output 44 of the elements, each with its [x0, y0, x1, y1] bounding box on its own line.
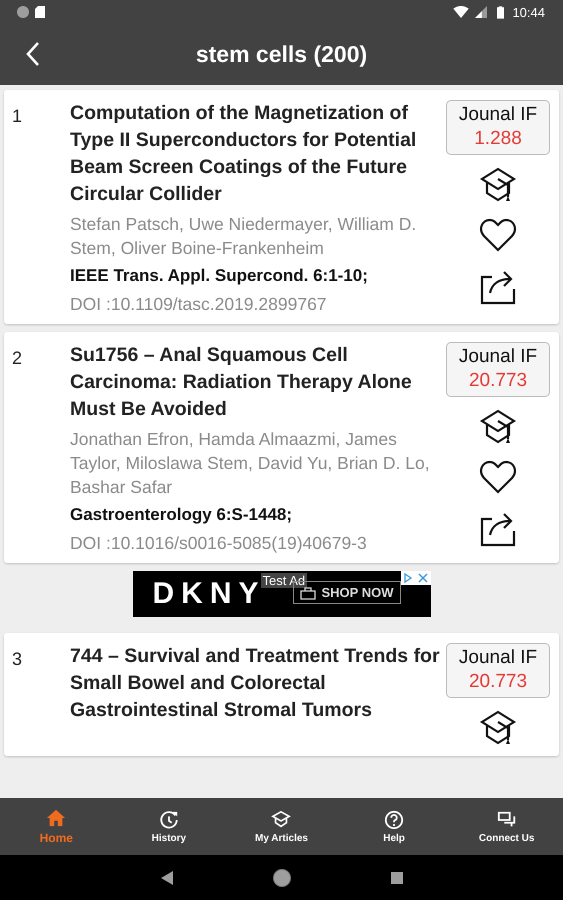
- article-title: Computation of the Magnetization of Type II Superconductors for Potential Beam Screen Coatings of the Future Circular Collider: [70, 101, 418, 207]
- chat-icon: [496, 810, 517, 830]
- article-card[interactable]: [4, 332, 559, 563]
- nav-tab[interactable]: My Articles: [225, 798, 338, 855]
- article-number: 2: [12, 347, 24, 370]
- battery-icon: [497, 6, 504, 18]
- article-authors: Jonathan Efron, Hamda Almaazmi, James Taylor, Miloslawa Stem, David Yu, Brian D. Lo, Bashar Safar: [70, 428, 431, 499]
- ad-close-icon[interactable]: [400, 571, 430, 585]
- article-title: Su1756 – Anal Squamous Cell Carcinoma: Radiation Therapy Alone Must Be Avoided: [70, 343, 413, 422]
- nav-tab[interactable]: History: [112, 798, 226, 855]
- article-number: 3: [12, 648, 24, 671]
- back-icon[interactable]: [26, 41, 40, 67]
- impact-factor-label: Jounal IF: [458, 104, 538, 126]
- impact-factor-label: Jounal IF: [458, 647, 538, 669]
- bag-icon: [300, 586, 316, 600]
- impact-factor-value: 1.288: [474, 128, 522, 150]
- back-triangle-icon[interactable]: [160, 870, 172, 884]
- journal-citation: Gastroenterology 6:S-1448;: [70, 504, 294, 526]
- article-authors: Stefan Patsch, Uwe Niedermayer, William D. Stem, Oliver Boine-Frankenheim: [70, 213, 418, 260]
- history-icon: [158, 810, 179, 830]
- home-circle-icon[interactable]: [272, 868, 290, 886]
- clock-time: 10:44: [512, 4, 545, 20]
- nav-tab[interactable]: Connect Us: [450, 798, 563, 855]
- help-icon: [384, 810, 404, 830]
- wifi-icon: [453, 6, 470, 18]
- sd-card-icon: [35, 6, 45, 18]
- article-doi: DOI :10.1109/tasc.2019.2899767: [70, 293, 328, 316]
- impact-factor-label: Jounal IF: [458, 346, 538, 368]
- graduation-cap-icon: [271, 810, 292, 830]
- recents-square-icon[interactable]: [390, 872, 402, 884]
- article-doi: DOI :10.1016/s0016-5085(19)40679-3: [70, 532, 368, 555]
- article-card[interactable]: [4, 90, 559, 324]
- home-icon: [46, 808, 66, 828]
- signal-icon: [475, 6, 488, 18]
- article-title: 744 – Survival and Treatment Trends for Small Bowel and Colorectal Gastrointestinal Stromal Tumors: [70, 644, 441, 723]
- journal-citation: IEEE Trans. Appl. Supercond. 6:1-10;: [70, 265, 369, 287]
- nav-tab[interactable]: Help: [338, 798, 450, 855]
- article-number: 1: [12, 105, 24, 128]
- screen-title: stem cells (200): [196, 41, 368, 68]
- article-card[interactable]: 3 744 – Survival and Treatment Trends for Small Bowel and Colorectal Gastrointestinal Stromal Tumors Jounal IF 20.773: [4, 633, 559, 756]
- impact-factor-value: 20.773: [468, 370, 528, 392]
- notification-icon: [17, 6, 29, 18]
- shop-now-label: SHOP NOW: [322, 585, 394, 600]
- impact-factor-value: 20.773: [468, 671, 528, 693]
